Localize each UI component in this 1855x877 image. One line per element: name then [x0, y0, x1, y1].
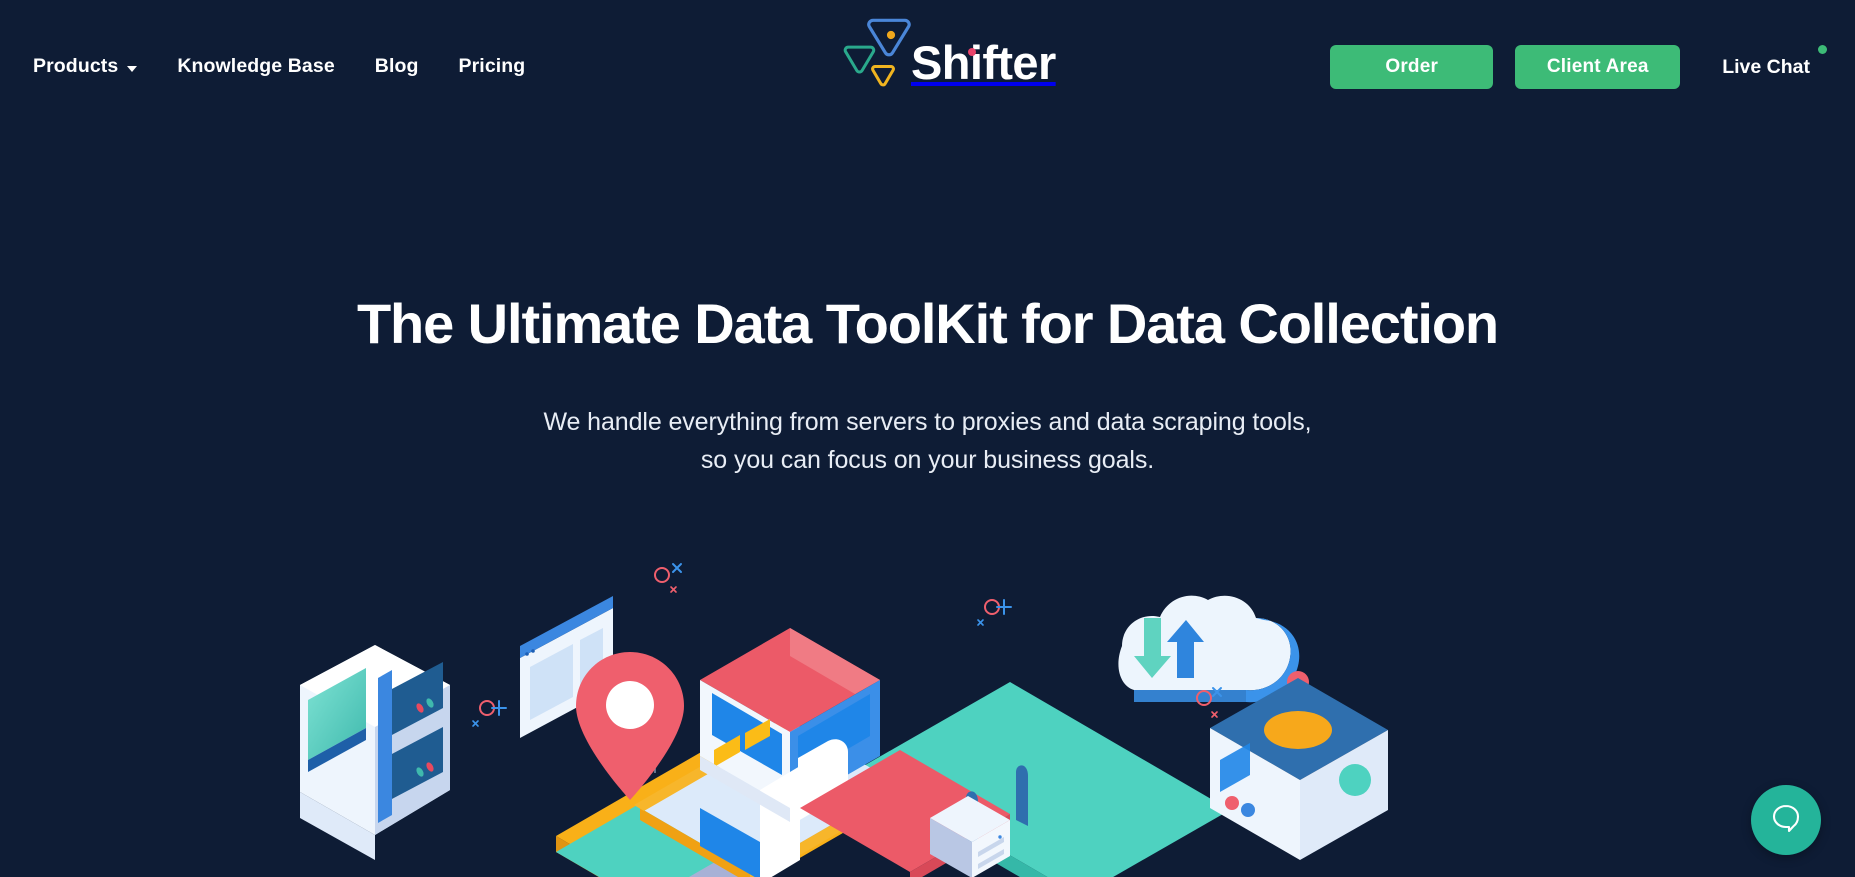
site-header: Products Knowledge Base Blog Pricing Shi… — [0, 0, 1855, 133]
order-button[interactable]: Order — [1330, 45, 1494, 89]
hero-subtitle-line-1: We handle everything from servers to pro… — [543, 408, 1312, 436]
nav-item-label: Pricing — [458, 55, 526, 77]
isometric-data-collection-illustration — [0, 560, 1855, 877]
page-title: The Ultimate Data ToolKit for Data Colle… — [356, 292, 1499, 355]
nav-item-label: Products — [33, 55, 119, 77]
chat-bubble-icon — [1769, 801, 1803, 840]
nav-item-knowledge-base[interactable]: Knowledge Base — [177, 55, 334, 78]
nav-item-pricing[interactable]: Pricing — [459, 55, 526, 78]
live-chat-link[interactable]: Live Chat — [1722, 44, 1827, 79]
shifter-logo-icon — [843, 10, 915, 92]
live-chat-label: Live Chat — [1722, 55, 1810, 78]
client-area-button[interactable]: Client Area — [1515, 45, 1681, 89]
primary-navigation: Products Knowledge Base Blog Pricing — [33, 55, 525, 78]
chat-widget-button[interactable] — [1751, 785, 1821, 855]
hero-subtitle-line-2: so you can focus on your business goals. — [700, 446, 1155, 474]
nav-item-label: Blog — [374, 55, 419, 77]
logo-accent-dot — [968, 48, 976, 56]
site-logo[interactable]: Shifter — [843, 10, 1056, 92]
nav-item-label: Knowledge Base — [177, 55, 335, 77]
nav-item-products[interactable]: Products — [33, 55, 138, 78]
logo-wordmark: Shifter — [911, 35, 1056, 89]
online-status-dot — [1818, 44, 1827, 54]
hero-subtitle: We handle everything from servers to pro… — [0, 403, 1855, 479]
header-actions: Order Client Area Live Chat — [1330, 44, 1855, 89]
chevron-down-icon — [127, 65, 138, 72]
nav-item-blog[interactable]: Blog — [375, 55, 419, 78]
